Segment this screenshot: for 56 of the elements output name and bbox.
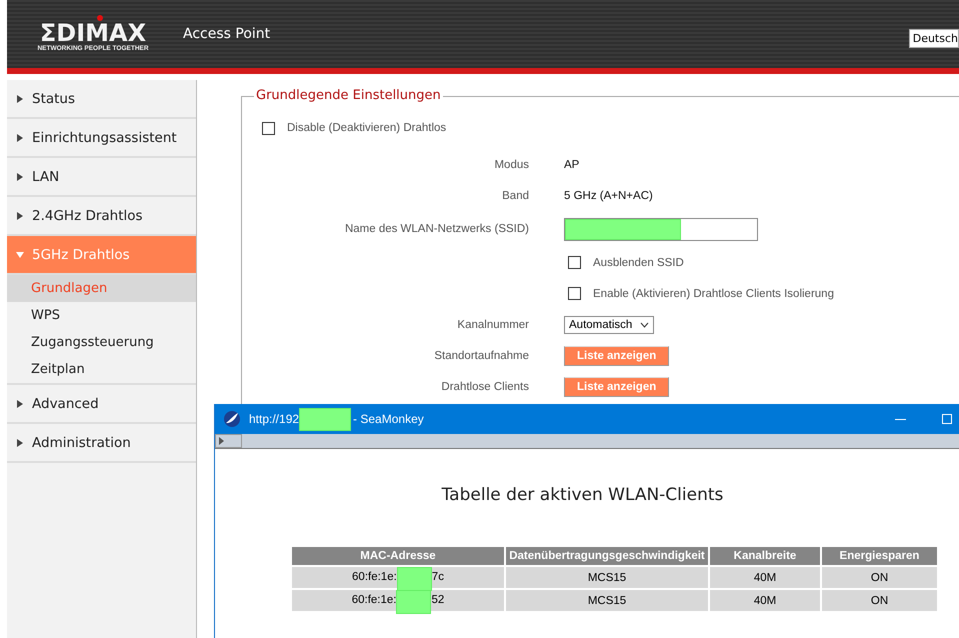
app-title: - SeaMonkey xyxy=(353,412,424,426)
sidebar-item[interactable]: Status xyxy=(7,80,196,119)
collapse-caret-icon xyxy=(16,212,24,220)
column-header: Kanalbreite xyxy=(710,547,820,565)
page-heading: Tabelle der aktiven WLAN-Clients xyxy=(440,485,724,505)
setting-label: Kanalnummer xyxy=(456,318,530,330)
column-header: Datenübertragungsgeschwindigkeit xyxy=(506,547,708,565)
column-header: Energiesparen xyxy=(822,547,937,565)
bird-icon xyxy=(223,410,241,428)
table-cell: ON xyxy=(822,590,937,611)
collapse-caret-icon xyxy=(16,94,24,102)
sidebar-item[interactable]: Einrichtungsassistent xyxy=(7,119,196,158)
column-header: MAC-Adresse xyxy=(292,547,504,565)
triangle-icon xyxy=(219,437,224,445)
setting-value: 5 GHz (A+N+AC) xyxy=(564,190,653,202)
maximize-icon[interactable] xyxy=(942,414,952,424)
setting-value: AP xyxy=(564,158,580,170)
checkbox-label: Enable (Aktivieren) Drahtlose Clients Isolierung xyxy=(593,288,834,300)
url-text: http://192 xyxy=(249,412,300,426)
sidebar-item[interactable]: LAN xyxy=(7,158,196,197)
product-title: Access Point xyxy=(183,26,270,42)
chevron-down-icon xyxy=(640,322,650,328)
setting-label: Band xyxy=(501,190,530,202)
checkbox-label: Ausblenden SSID xyxy=(593,256,684,268)
setting-label: Drahtlose Clients xyxy=(440,380,530,392)
setting-label: Standortaufnahme xyxy=(433,350,530,362)
table-cell: ON xyxy=(822,567,937,588)
checkbox[interactable] xyxy=(568,256,581,269)
mac-text: 52 xyxy=(431,594,444,606)
submenu-item[interactable]: Zugangssteuerung xyxy=(7,329,196,356)
sidebar-item[interactable]: Advanced xyxy=(7,385,196,424)
expand-caret-icon xyxy=(16,250,24,258)
submenu-item[interactable]: WPS xyxy=(7,302,196,329)
language-select[interactable]: Deutsch xyxy=(908,29,959,48)
channel-select[interactable]: Automatisch xyxy=(564,316,654,334)
mac-text: 7c xyxy=(432,571,444,583)
toolbar-toggle-button[interactable] xyxy=(215,434,242,448)
collapse-caret-icon xyxy=(16,134,24,142)
mac-text: 60:fe:1e: xyxy=(352,571,397,583)
sidebar-item[interactable]: Administration xyxy=(7,424,196,463)
checkbox[interactable] xyxy=(262,122,275,134)
section-title: Grundlegende Einstellungen xyxy=(254,88,443,103)
collapse-caret-icon xyxy=(16,172,24,180)
mac-text: 60:fe:1e: xyxy=(352,594,396,606)
setting-label: Name des WLAN-Netzwerks (SSID) xyxy=(344,223,530,235)
setting-label: Modus xyxy=(493,158,530,170)
checkbox-label: Disable (Deaktivieren) Drahtlos xyxy=(287,122,446,134)
table-cell: MCS15 xyxy=(506,567,708,588)
table-cell: 40M xyxy=(710,590,820,611)
checkbox[interactable] xyxy=(568,287,581,300)
ssid-field[interactable] xyxy=(564,218,758,240)
table-cell: MCS15 xyxy=(506,590,708,611)
submenu-item[interactable]: Zeitplan xyxy=(7,356,196,383)
collapse-caret-icon xyxy=(16,438,24,446)
table-cell: 40M xyxy=(710,567,820,588)
collapse-caret-icon xyxy=(16,400,24,408)
